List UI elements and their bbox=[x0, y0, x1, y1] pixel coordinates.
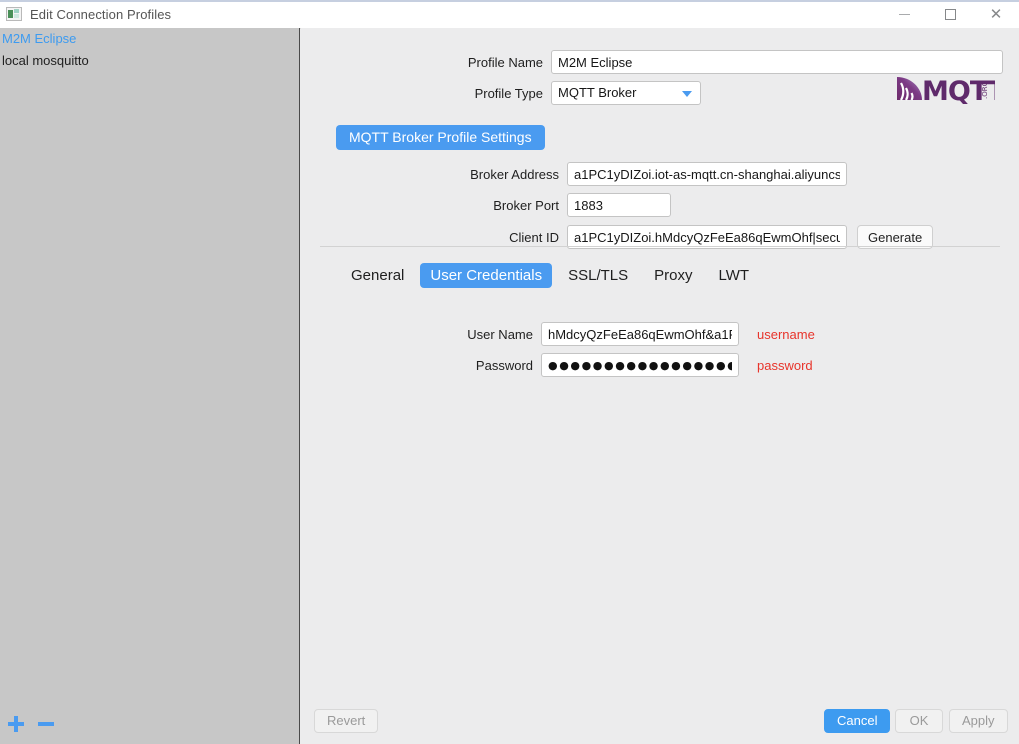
profile-type-label: Profile Type bbox=[474, 85, 543, 101]
client-id-label: Client ID bbox=[509, 229, 559, 245]
cancel-button[interactable]: Cancel bbox=[824, 709, 891, 733]
tab-ssl-tls[interactable]: SSL/TLS bbox=[558, 263, 638, 288]
profile-list-item-m2m-eclipse[interactable]: M2M Eclipse bbox=[0, 28, 299, 50]
broker-port-label: Broker Port bbox=[493, 197, 559, 213]
tab-general[interactable]: General bbox=[341, 263, 414, 288]
section-divider bbox=[320, 246, 1000, 247]
user-name-label: User Name bbox=[467, 326, 533, 342]
profile-item-label: local mosquitto bbox=[2, 53, 89, 68]
profile-name-input[interactable] bbox=[551, 50, 1003, 74]
svg-text:.ORG: .ORG bbox=[981, 81, 989, 99]
tab-user-credentials[interactable]: User Credentials bbox=[420, 263, 553, 288]
tab-proxy[interactable]: Proxy bbox=[644, 263, 702, 288]
title-bar: Edit Connection Profiles ✕ bbox=[0, 0, 1019, 29]
profile-name-label: Profile Name bbox=[467, 54, 543, 70]
user-name-annotation: username bbox=[757, 326, 815, 342]
profiles-sidebar: M2M Eclipse local mosquitto bbox=[0, 28, 300, 744]
profile-editor-panel: Profile Name Profile Type MQTT Broker bbox=[301, 28, 1019, 744]
apply-button[interactable]: Apply bbox=[949, 709, 1008, 733]
broker-address-input[interactable] bbox=[567, 162, 847, 186]
broker-port-input[interactable] bbox=[567, 193, 671, 217]
password-label: Password bbox=[475, 357, 533, 373]
password-input[interactable] bbox=[541, 353, 739, 377]
ok-button[interactable]: OK bbox=[895, 709, 943, 733]
profile-list: M2M Eclipse local mosquitto bbox=[0, 28, 299, 72]
sidebar-action-bar bbox=[0, 704, 299, 744]
maximize-button[interactable] bbox=[927, 0, 973, 28]
window-controls: ✕ bbox=[881, 0, 1019, 28]
title-bar-accent bbox=[0, 0, 1019, 2]
password-row: Password password bbox=[461, 353, 813, 377]
broker-address-label: Broker Address bbox=[470, 166, 559, 182]
profile-name-row: Profile Name bbox=[461, 50, 1003, 74]
profile-list-item-local-mosquitto[interactable]: local mosquitto bbox=[0, 50, 299, 72]
app-window-icon bbox=[6, 7, 22, 21]
broker-port-row: Broker Port bbox=[461, 193, 671, 217]
profile-type-value: MQTT Broker bbox=[558, 85, 637, 100]
mqtt-org-logo: MQTT .ORG bbox=[895, 72, 1008, 107]
dialog-button-bar: Revert Cancel OK Apply bbox=[301, 700, 1019, 744]
broker-address-row: Broker Address bbox=[461, 162, 847, 186]
close-button[interactable]: ✕ bbox=[973, 0, 1019, 28]
edit-connection-profiles-window: Edit Connection Profiles ✕ M2M Eclipse l… bbox=[0, 0, 1019, 744]
minimize-button[interactable] bbox=[881, 0, 927, 28]
settings-tab-bar: General User Credentials SSL/TLS Proxy L… bbox=[341, 263, 765, 288]
window-title: Edit Connection Profiles bbox=[30, 6, 172, 22]
chevron-down-icon bbox=[682, 91, 692, 97]
maximize-icon bbox=[944, 8, 956, 20]
minimize-icon bbox=[898, 13, 910, 15]
tab-lwt[interactable]: LWT bbox=[708, 263, 759, 288]
password-annotation: password bbox=[757, 357, 813, 373]
profile-item-label: M2M Eclipse bbox=[2, 31, 77, 46]
close-icon: ✕ bbox=[989, 4, 1003, 23]
profile-type-dropdown[interactable]: MQTT Broker bbox=[551, 81, 701, 105]
minus-icon bbox=[38, 722, 54, 726]
mqtt-broker-profile-settings-button[interactable]: MQTT Broker Profile Settings bbox=[336, 125, 545, 150]
remove-profile-button[interactable] bbox=[34, 712, 58, 736]
profile-type-row: Profile Type MQTT Broker bbox=[461, 81, 701, 105]
user-name-input[interactable] bbox=[541, 322, 739, 346]
revert-button[interactable]: Revert bbox=[314, 709, 379, 733]
add-profile-button[interactable] bbox=[4, 712, 28, 736]
user-name-row: User Name username bbox=[461, 322, 815, 346]
